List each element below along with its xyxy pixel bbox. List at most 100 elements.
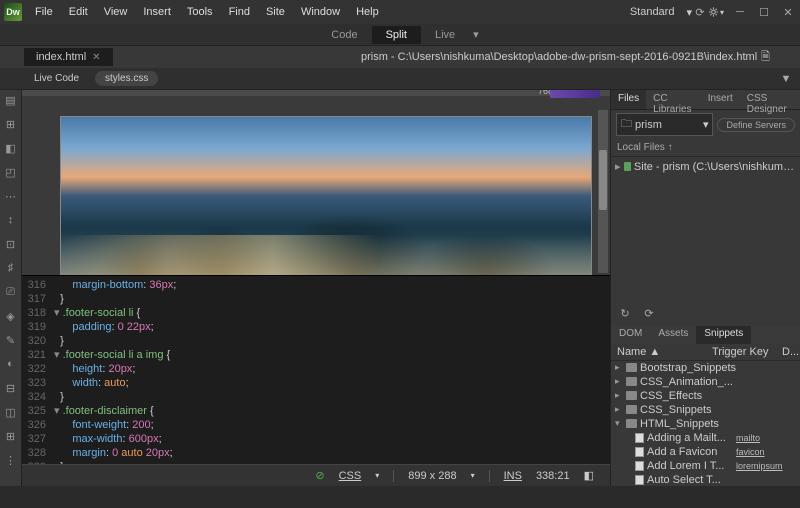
- code-line[interactable]: 326 font-weight: 200;: [22, 418, 610, 432]
- tool-icon[interactable]: ◰: [4, 166, 18, 180]
- code-line[interactable]: 320 }: [22, 334, 610, 348]
- close-button[interactable]: ✕: [780, 4, 796, 20]
- folder-label: CSS_Animation_...: [640, 376, 733, 388]
- tool-icon[interactable]: ◈: [4, 310, 18, 324]
- snippet-item[interactable]: Auto Select T...: [611, 473, 800, 487]
- view-tab-split[interactable]: Split: [372, 26, 421, 44]
- tool-icon[interactable]: ⊡: [4, 238, 18, 252]
- tool-icon[interactable]: ◐: [4, 358, 18, 372]
- expand-icon[interactable]: ▸: [615, 404, 623, 415]
- expand-icon[interactable]: ▾: [615, 418, 623, 429]
- tool-icon[interactable]: ⊞: [4, 118, 18, 132]
- tree-root[interactable]: ▸ Site - prism (C:\Users\nishkuma\Deskto…: [615, 159, 796, 174]
- tool-icon[interactable]: ⊞: [4, 430, 18, 444]
- menu-window[interactable]: Window: [294, 3, 347, 21]
- status-ok-icon[interactable]: ⊘: [315, 469, 324, 482]
- code-line[interactable]: 321▾ .footer-social li a img {: [22, 348, 610, 362]
- expand-icon[interactable]: ▸: [615, 376, 623, 387]
- menu-tools[interactable]: Tools: [180, 3, 220, 21]
- related-file-tab[interactable]: styles.css: [95, 71, 158, 86]
- menu-file[interactable]: File: [28, 3, 60, 21]
- tool-icon[interactable]: ⋮: [4, 454, 18, 468]
- ruler[interactable]: 768 px: [22, 90, 610, 96]
- expand-icon[interactable]: ▸: [615, 160, 621, 173]
- col-d[interactable]: D...: [782, 346, 794, 358]
- workspace-switcher[interactable]: Standard ▾: [622, 4, 692, 20]
- snippet-folder[interactable]: ▸Bootstrap_Snippets: [611, 361, 800, 375]
- local-files-header[interactable]: Local Files ↑: [611, 139, 800, 157]
- settings-icon[interactable]: ◧: [584, 469, 594, 482]
- view-tab-code[interactable]: Code: [317, 26, 371, 44]
- snippet-item[interactable]: Adding a Mailt...mailto: [611, 431, 800, 445]
- col-name[interactable]: Name ▲: [617, 346, 712, 358]
- panel-tab[interactable]: Snippets: [696, 326, 751, 344]
- save-icon[interactable]: 🗎: [761, 48, 770, 67]
- status-lang[interactable]: CSS: [339, 470, 362, 482]
- snippet-folder[interactable]: ▾HTML_Snippets: [611, 417, 800, 431]
- code-line[interactable]: 328 margin: 0 auto 20px;: [22, 446, 610, 460]
- panel-tab[interactable]: CC Libraries: [646, 90, 701, 109]
- snippet-folder[interactable]: ▸CSS_Effects: [611, 389, 800, 403]
- code-line[interactable]: 317 }: [22, 292, 610, 306]
- sync-icon[interactable]: ⟳: [641, 306, 657, 322]
- page-preview[interactable]: [60, 116, 592, 276]
- code-line[interactable]: 316 margin-bottom: 36px;: [22, 278, 610, 292]
- tool-icon[interactable]: ⋯: [4, 190, 18, 204]
- panel-tab[interactable]: Assets: [650, 326, 696, 344]
- menu-edit[interactable]: Edit: [62, 3, 95, 21]
- menu-view[interactable]: View: [97, 3, 135, 21]
- gear-icon[interactable]: ▾: [708, 4, 724, 20]
- tool-icon[interactable]: ▤: [4, 94, 18, 108]
- tool-icon[interactable]: ◫: [4, 406, 18, 420]
- menu-insert[interactable]: Insert: [136, 3, 178, 21]
- code-line[interactable]: 319 padding: 0 22px;: [22, 320, 610, 334]
- define-servers-button[interactable]: Define Servers: [717, 118, 795, 132]
- minimize-button[interactable]: ─: [732, 4, 748, 20]
- refresh-icon[interactable]: ↻: [617, 306, 633, 322]
- view-tab-live[interactable]: Live: [421, 26, 469, 44]
- live-code-button[interactable]: Live Code: [24, 71, 89, 86]
- tool-icon[interactable]: ✎: [4, 334, 18, 348]
- expand-icon[interactable]: ▸: [615, 390, 623, 401]
- tool-icon[interactable]: ♯: [4, 262, 18, 276]
- code-editor[interactable]: 316 margin-bottom: 36px;317 }318▾ .foote…: [22, 276, 610, 464]
- status-dims: 899 x 288: [408, 470, 456, 482]
- snippet-item[interactable]: Add a Faviconfavicon: [611, 445, 800, 459]
- line-number: 322: [22, 362, 54, 376]
- line-number: 326: [22, 418, 54, 432]
- line-number: 318: [22, 306, 54, 320]
- tool-icon[interactable]: ↕: [4, 214, 18, 228]
- code-line[interactable]: 325▾ .footer-disclaimer {: [22, 404, 610, 418]
- snippet-folder[interactable]: ▸ CSS_Animation_...: [611, 375, 800, 389]
- site-dropdown[interactable]: 🗀 prism ▾: [616, 113, 713, 136]
- code-line[interactable]: 327 max-width: 600px;: [22, 432, 610, 446]
- chevron-down-icon[interactable]: ▾: [469, 25, 483, 44]
- ruler-handle[interactable]: [550, 90, 600, 98]
- code-line[interactable]: 324 }: [22, 390, 610, 404]
- code-line[interactable]: 323 width: auto;: [22, 376, 610, 390]
- maximize-button[interactable]: ☐: [756, 4, 772, 20]
- status-mode[interactable]: INS: [504, 470, 522, 482]
- panel-tab[interactable]: CSS Designer: [740, 90, 800, 109]
- expand-icon[interactable]: ▸: [615, 362, 623, 373]
- col-trigger[interactable]: Trigger Key: [712, 346, 782, 358]
- document-tab[interactable]: index.html ✕: [24, 48, 113, 66]
- snippet-folder[interactable]: ▸CSS_Snippets: [611, 403, 800, 417]
- filter-icon[interactable]: ▼: [778, 71, 794, 87]
- code-line[interactable]: 318▾ .footer-social li {: [22, 306, 610, 320]
- panel-tab[interactable]: DOM: [611, 326, 650, 344]
- sync-icon[interactable]: ⟳: [692, 4, 708, 20]
- menu-site[interactable]: Site: [259, 3, 292, 21]
- scrollbar-thumb[interactable]: [599, 150, 607, 210]
- tool-icon[interactable]: ⊟: [4, 382, 18, 396]
- snippet-item[interactable]: Add Lorem I T...loremipsum: [611, 459, 800, 473]
- panel-tab[interactable]: Files: [611, 90, 646, 109]
- vertical-scrollbar[interactable]: [598, 110, 608, 273]
- menu-help[interactable]: Help: [349, 3, 386, 21]
- panel-tab[interactable]: Insert: [701, 90, 740, 109]
- tool-icon[interactable]: ⎚: [4, 286, 18, 300]
- code-line[interactable]: 322 height: 20px;: [22, 362, 610, 376]
- tool-icon[interactable]: ◧: [4, 142, 18, 156]
- menu-find[interactable]: Find: [222, 3, 257, 21]
- close-icon[interactable]: ✕: [92, 52, 100, 63]
